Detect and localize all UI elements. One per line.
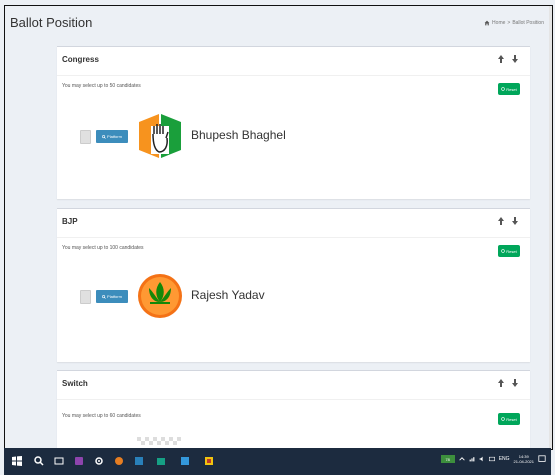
selection-instruction: You may select up to 100 candidates bbox=[62, 245, 144, 251]
party-name: Congress bbox=[62, 55, 99, 64]
reset-label: Reset bbox=[506, 86, 517, 92]
settings-gear-icon[interactable] bbox=[94, 456, 104, 466]
reset-label: Reset bbox=[506, 248, 517, 254]
move-arrows bbox=[498, 55, 518, 63]
app-icon-orange[interactable] bbox=[114, 456, 124, 466]
system-tray: 78 ENG 14:39 21-04-2021 bbox=[440, 454, 546, 464]
content-header: Ballot Position Home > Ballot Position bbox=[5, 6, 552, 38]
candidate-row: Platform Rajesh Yadav bbox=[57, 271, 530, 321]
search-icon[interactable] bbox=[34, 456, 44, 466]
chevron-up-icon[interactable] bbox=[458, 456, 465, 462]
breadcrumb-home[interactable]: Home bbox=[492, 20, 505, 26]
panel-header: Congress bbox=[57, 47, 530, 76]
congress-hand-logo bbox=[137, 112, 183, 160]
search-icon bbox=[102, 294, 106, 299]
clock-date: 21-04-2021 bbox=[513, 459, 534, 464]
windows-start-icon[interactable] bbox=[12, 456, 22, 466]
reset-label: Reset bbox=[506, 416, 517, 422]
breadcrumb-separator: > bbox=[507, 20, 511, 26]
candidate-checkbox[interactable] bbox=[80, 130, 91, 144]
selection-instruction: You may select up to 60 candidates bbox=[62, 413, 141, 419]
taskbar-clock[interactable]: 14:39 21-04-2021 bbox=[514, 454, 534, 464]
arrow-down-icon[interactable] bbox=[512, 55, 518, 63]
app-window: Ballot Position Home > Ballot Position C… bbox=[4, 5, 553, 450]
battery-indicator[interactable]: 78 bbox=[440, 455, 455, 463]
arrow-up-icon[interactable] bbox=[498, 55, 504, 63]
reset-button[interactable]: Reset bbox=[498, 245, 520, 257]
selection-instruction: You may select up to 50 candidates bbox=[62, 83, 141, 89]
language-indicator[interactable]: ENG bbox=[499, 456, 510, 462]
network-icon[interactable] bbox=[469, 456, 475, 462]
app-icon-purple[interactable] bbox=[74, 456, 84, 466]
arrow-up-icon[interactable] bbox=[498, 379, 504, 387]
app-icon-yellow[interactable] bbox=[204, 456, 214, 466]
platform-button[interactable]: Platform bbox=[96, 130, 128, 143]
arrow-down-icon[interactable] bbox=[512, 217, 518, 225]
arrow-up-icon[interactable] bbox=[498, 217, 504, 225]
arrow-down-icon[interactable] bbox=[512, 379, 518, 387]
volume-icon[interactable] bbox=[479, 456, 485, 462]
task-view-icon[interactable] bbox=[54, 456, 64, 466]
refresh-icon bbox=[501, 87, 505, 91]
candidate-row: Platform Bhupesh Bhaghel bbox=[57, 111, 530, 161]
reset-button[interactable]: Reset bbox=[498, 413, 520, 425]
page-title: Ballot Position bbox=[10, 15, 93, 30]
candidate-checkbox[interactable] bbox=[80, 290, 91, 304]
reset-button[interactable]: Reset bbox=[498, 83, 520, 95]
app-icon-cyan[interactable] bbox=[180, 456, 190, 466]
home-icon[interactable] bbox=[484, 20, 490, 26]
panel-header: BJP bbox=[57, 209, 530, 238]
breadcrumb: Home > Ballot Position bbox=[484, 20, 544, 26]
ballot-panel-bjp: BJP You may select up to 100 candidates … bbox=[57, 208, 530, 362]
vertical-scrollbar[interactable] bbox=[549, 6, 552, 449]
refresh-icon bbox=[501, 249, 505, 253]
move-arrows bbox=[498, 217, 518, 225]
search-icon bbox=[102, 134, 106, 139]
platform-label: Platform bbox=[107, 134, 122, 139]
breadcrumb-current: Ballot Position bbox=[512, 20, 544, 26]
party-name: BJP bbox=[62, 217, 78, 226]
app-icon-teal[interactable] bbox=[156, 456, 166, 466]
candidate-name: Rajesh Yadav bbox=[191, 288, 265, 302]
panel-header: Switch bbox=[57, 371, 530, 400]
platform-label: Platform bbox=[107, 294, 122, 299]
platform-button[interactable]: Platform bbox=[96, 290, 128, 303]
ballot-panel-switch: Switch You may select up to 60 candidate… bbox=[57, 370, 530, 449]
move-arrows bbox=[498, 379, 518, 387]
app-icon-blue[interactable] bbox=[134, 456, 144, 466]
bjp-lotus-logo bbox=[138, 274, 182, 318]
ballot-panel-congress: Congress You may select up to 50 candida… bbox=[57, 46, 530, 199]
notifications-icon[interactable] bbox=[538, 455, 546, 463]
candidate-name: Bhupesh Bhaghel bbox=[191, 128, 286, 142]
party-name: Switch bbox=[62, 379, 88, 388]
windows-taskbar: 78 ENG 14:39 21-04-2021 bbox=[4, 448, 551, 475]
keyboard-icon[interactable] bbox=[488, 456, 495, 462]
refresh-icon bbox=[501, 417, 505, 421]
